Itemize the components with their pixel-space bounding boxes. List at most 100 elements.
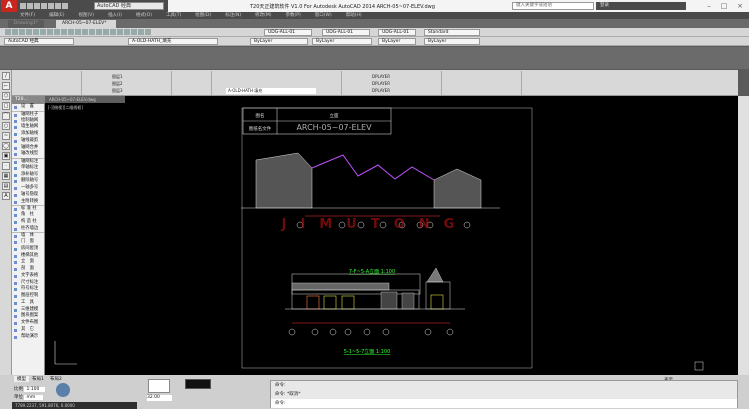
publish-icon[interactable] (39, 29, 46, 35)
globe-icon[interactable] (56, 383, 70, 397)
line-icon[interactable]: / (2, 72, 10, 80)
layer-select[interactable]: A-OLD-HATH_填充 (128, 38, 218, 45)
layout-tab-model[interactable]: 模型 (14, 376, 29, 382)
palettes-icon[interactable] (130, 29, 137, 35)
current-layer-select[interactable]: A-OLD-HATH 填充 (226, 88, 316, 94)
drawing-canvas[interactable]: 图名 图纸名文件 立面 ARCH-05~07-ELEV JIMUTONG 7-F… (45, 96, 738, 375)
dplayer-select-2[interactable]: DPLAYER (372, 81, 390, 86)
close-button[interactable]: × (733, 1, 747, 11)
tpanel-item[interactable]: 房间屋顶 (12, 246, 44, 253)
block-icon[interactable]: ▣ (2, 152, 10, 160)
dplayer-select-1[interactable]: DPLAYER (372, 74, 390, 79)
table-style-select[interactable]: UDG-ALL-01 (378, 29, 416, 36)
design-center-icon[interactable] (123, 29, 130, 35)
zoom-prev-icon[interactable] (109, 29, 116, 35)
account-button[interactable]: 登录 (596, 2, 686, 10)
unit-select[interactable]: mm (24, 395, 44, 400)
tpanel-item[interactable]: 帮助演示 (12, 334, 44, 341)
color-select[interactable]: ByLayer (250, 38, 308, 45)
workspace-select[interactable]: AutoCAD 经典 (94, 2, 164, 10)
tpanel-item[interactable]: 单轴标注 (12, 165, 44, 172)
layer1-label[interactable]: 图层1 (112, 74, 123, 80)
menu-help[interactable]: 帮助(H) (346, 13, 362, 18)
tpanel-item[interactable]: 工 具 (12, 300, 44, 307)
copy-icon[interactable] (53, 29, 60, 35)
menu-file[interactable]: 文件(F) (20, 13, 35, 18)
menu-window[interactable]: 窗口(W) (315, 13, 332, 18)
paste-icon[interactable] (60, 29, 67, 35)
saveas-icon[interactable] (41, 3, 47, 9)
tpanel-item[interactable]: 轴网柱子 (12, 110, 44, 118)
hatch-icon[interactable]: ▦ (2, 172, 10, 180)
tpanel-item[interactable]: 标 准 柱 (12, 205, 44, 212)
point-icon[interactable]: · (2, 162, 10, 170)
tpanel-item[interactable]: 文字表格 (12, 273, 44, 280)
spline-icon[interactable]: ~ (2, 132, 10, 140)
tab-drawing1[interactable]: Drawing1* (8, 20, 44, 28)
zoom-window-icon[interactable] (102, 29, 109, 35)
properties-icon[interactable] (116, 29, 123, 35)
redo-icon[interactable] (81, 29, 88, 35)
vertical-scrollbar[interactable] (738, 96, 749, 375)
tpanel-item[interactable]: 轴号隐现 (12, 192, 44, 199)
tpanel-item[interactable]: 轴改线型 (12, 151, 44, 158)
plotstyle-select[interactable]: ByLayer (424, 38, 480, 45)
minimize-button[interactable]: – (702, 1, 716, 11)
open-icon[interactable] (27, 3, 33, 9)
tpanel-item[interactable]: 剖 面 (12, 266, 44, 273)
calc-icon[interactable] (137, 29, 144, 35)
zoom-icon[interactable] (95, 29, 102, 35)
print-icon[interactable] (25, 29, 32, 35)
tpanel-item[interactable]: 墙生轴网 (12, 124, 44, 131)
tpanel-item[interactable]: 轴网标注 (12, 158, 44, 165)
redo-icon[interactable] (62, 3, 68, 9)
rectangle-icon[interactable]: □ (2, 102, 10, 110)
undo-icon[interactable] (74, 29, 81, 35)
menu-modify[interactable]: 修改(M) (255, 13, 271, 18)
command-window[interactable]: 命令: 命令: *取消* 命令: (270, 380, 738, 408)
polygon-icon[interactable]: ⬡ (2, 92, 10, 100)
table-icon[interactable]: ▤ (2, 182, 10, 190)
pan-icon[interactable] (88, 29, 95, 35)
ellipse-icon[interactable]: ◯ (2, 142, 10, 150)
arc-icon[interactable]: ⌒ (2, 112, 10, 120)
undo-icon[interactable] (55, 3, 61, 9)
tpanel-item[interactable]: 删除轴号 (12, 178, 44, 185)
maximize-button[interactable]: □ (717, 1, 731, 11)
layer3-label[interactable]: 图层3 (112, 88, 123, 94)
match-icon[interactable] (67, 29, 74, 35)
menu-view[interactable]: 视图(V) (78, 13, 94, 18)
menu-draw[interactable]: 绘图(D) (195, 13, 211, 18)
menu-dimension[interactable]: 标注(N) (225, 13, 241, 18)
tpanel-item[interactable]: 门 窗 (12, 239, 44, 246)
tpanel-item[interactable]: 构 造 柱 (12, 219, 44, 226)
print-icon[interactable] (48, 3, 54, 9)
linetype-select[interactable]: ByLayer (312, 38, 372, 45)
tpanel-item[interactable]: 其 它 (12, 327, 44, 334)
dim-style-select[interactable]: UDG-ALL-01 (322, 29, 370, 36)
text-style-select[interactable]: UDG-ALL-01 (264, 29, 312, 36)
tpanel-item[interactable]: 符号标注 (12, 286, 44, 293)
save-icon[interactable] (18, 29, 25, 35)
save-icon[interactable] (34, 3, 40, 9)
preview-icon[interactable] (32, 29, 39, 35)
text-icon[interactable]: A (2, 192, 10, 200)
view-controls[interactable]: [-][俯视][二维线框] (48, 105, 83, 111)
search-input[interactable]: 键入关键字或短语 (512, 2, 594, 10)
open-icon[interactable] (11, 29, 18, 35)
circle-icon[interactable]: ○ (2, 122, 10, 130)
tpanel-item[interactable]: 墙 体 (12, 232, 44, 239)
new-icon[interactable] (20, 3, 26, 9)
tpanel-item[interactable]: 一轴多号 (12, 185, 44, 192)
layer2-label[interactable]: 图层2 (112, 81, 123, 87)
mleader-style-select[interactable]: Standard (424, 29, 480, 36)
dplayer-select-3[interactable]: DPLAYER (372, 88, 390, 93)
new-icon[interactable] (4, 29, 11, 35)
tab-arch-elev[interactable]: ARCH-05~07-ELEV* (56, 20, 116, 28)
workspace-select[interactable]: AutoCAD 经典 (4, 38, 74, 45)
tpanel-item[interactable]: 轴线裁剪 (12, 138, 44, 145)
menu-insert[interactable]: 插入(I) (108, 13, 122, 18)
tpanel-item[interactable]: 角 柱 (12, 212, 44, 219)
layout-tab-1[interactable]: 布局1 (32, 376, 44, 382)
tpanel-item[interactable]: 柱齐墙边 (12, 226, 44, 233)
